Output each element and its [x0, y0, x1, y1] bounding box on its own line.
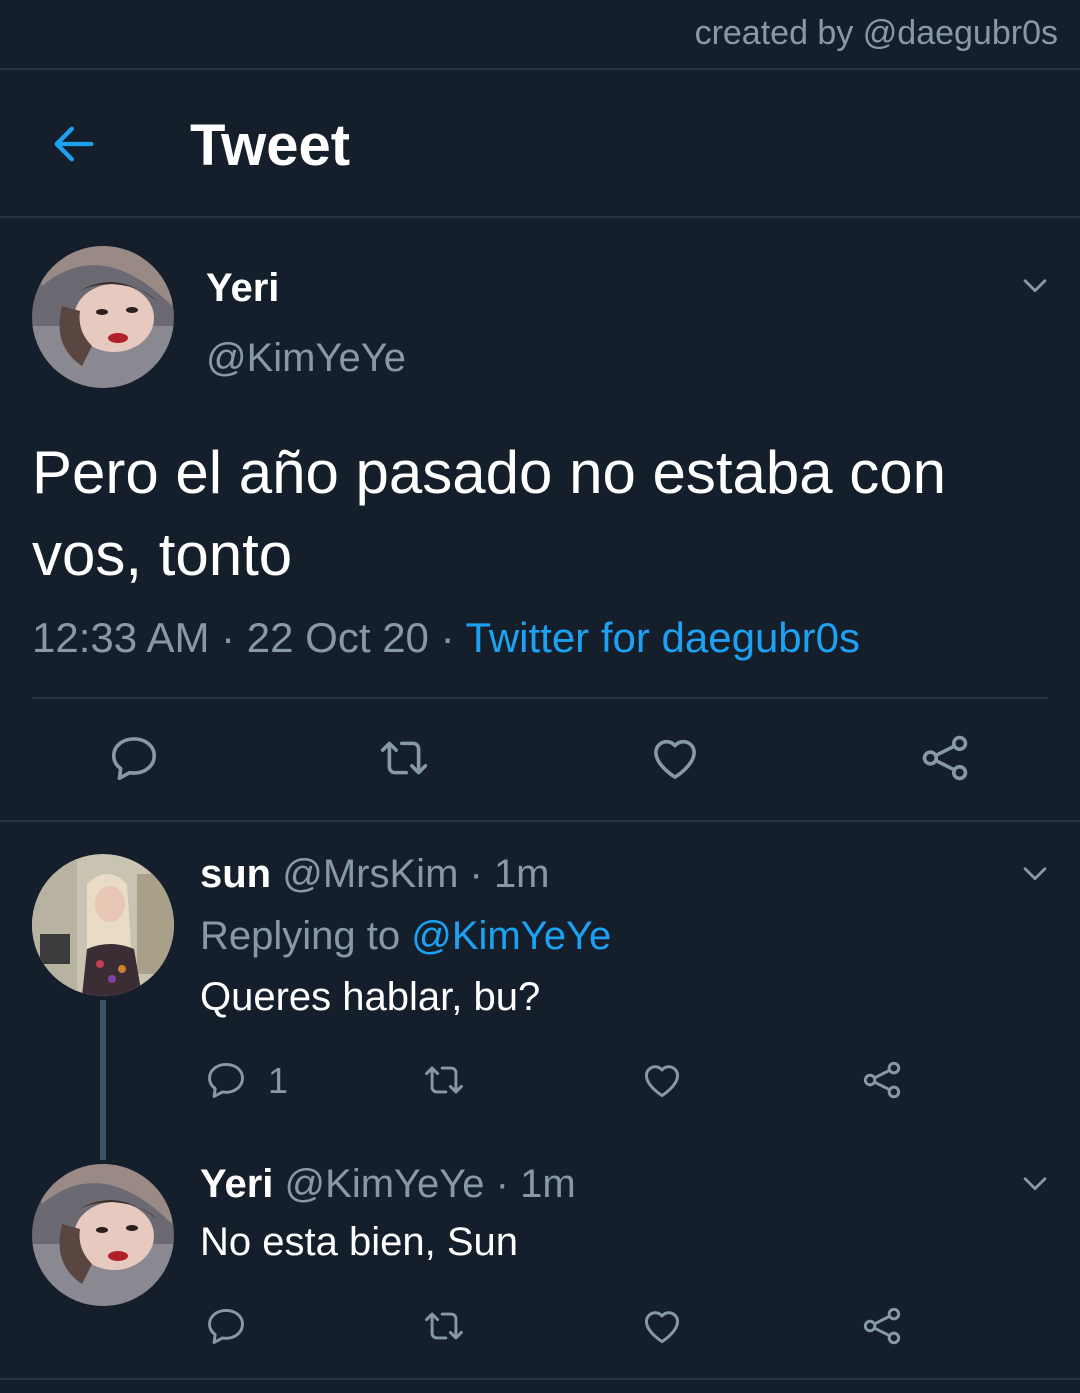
share-icon[interactable]: [860, 1304, 904, 1348]
author-name[interactable]: Yeri: [200, 1162, 273, 1206]
like-icon[interactable]: [640, 1304, 684, 1348]
author-name[interactable]: sun: [200, 852, 271, 896]
like-icon[interactable]: [640, 1058, 684, 1102]
tweet-time: 1m: [520, 1162, 576, 1206]
page-title: Tweet: [190, 113, 351, 178]
tweet-text: Pero el año pasado no estaba con vos, to…: [32, 432, 946, 596]
meta-separator: ·: [484, 1162, 521, 1206]
tweet-time: 1m: [493, 852, 550, 896]
mention-link[interactable]: @KimYeYe: [411, 914, 611, 958]
chevron-down-icon[interactable]: [1018, 1166, 1052, 1200]
author-handle[interactable]: @MrsKim: [282, 852, 458, 896]
reply-count: 1: [268, 1060, 289, 1101]
replying-to: Replying to @KimYeYe: [200, 914, 611, 959]
thread-connector: [100, 1000, 106, 1160]
avatar[interactable]: [32, 246, 174, 388]
share-icon[interactable]: [918, 731, 972, 785]
tweet-source-link[interactable]: Twitter for daegubr0s: [465, 614, 860, 661]
chevron-down-icon[interactable]: [1018, 268, 1052, 302]
back-arrow-icon[interactable]: [48, 118, 100, 170]
replying-prefix: Replying to: [200, 914, 412, 958]
tweet-date: 22 Oct 20: [246, 614, 429, 661]
tweet-text: No esta bien, Sun: [200, 1220, 518, 1264]
avatar[interactable]: [32, 1164, 174, 1306]
retweet-icon[interactable]: [420, 1304, 468, 1348]
top-divider: [0, 68, 1080, 70]
avatar[interactable]: [32, 854, 174, 996]
reply-icon[interactable]: [204, 1304, 248, 1348]
tweet-text-line: vos, tonto: [32, 521, 293, 588]
meta-separator: ·: [458, 852, 494, 896]
author-name[interactable]: Yeri: [206, 266, 279, 311]
header-divider: [0, 216, 1080, 218]
tweet-text-line: Pero el año pasado no estaba con: [32, 439, 947, 506]
retweet-icon[interactable]: [420, 1058, 468, 1102]
meta-separator: ·: [209, 614, 247, 661]
tweet-text: Queres hablar, bu?: [200, 975, 541, 1019]
author-handle[interactable]: @KimYeYe: [285, 1162, 485, 1206]
reply-header: Yeri @KimYeYe · 1m: [200, 1162, 576, 1207]
tweet-meta: 12:33 AM · 22 Oct 20 · Twitter for daegu…: [32, 614, 860, 662]
meta-divider: [32, 697, 1048, 699]
author-handle[interactable]: @KimYeYe: [206, 336, 406, 381]
retweet-icon[interactable]: [375, 731, 433, 785]
reply-header: sun @MrsKim · 1m: [200, 852, 550, 897]
creator-credit: created by @daegubr0s: [694, 14, 1058, 52]
bottom-divider: [0, 1378, 1080, 1380]
reply-icon[interactable]: [204, 1058, 248, 1102]
share-icon[interactable]: [860, 1058, 904, 1102]
tweet-time: 12:33 AM: [32, 614, 210, 661]
meta-separator: ·: [428, 614, 466, 661]
chevron-down-icon[interactable]: [1018, 856, 1052, 890]
tweet-divider: [0, 820, 1080, 822]
reply-icon[interactable]: [107, 731, 161, 785]
like-icon[interactable]: [648, 731, 702, 785]
